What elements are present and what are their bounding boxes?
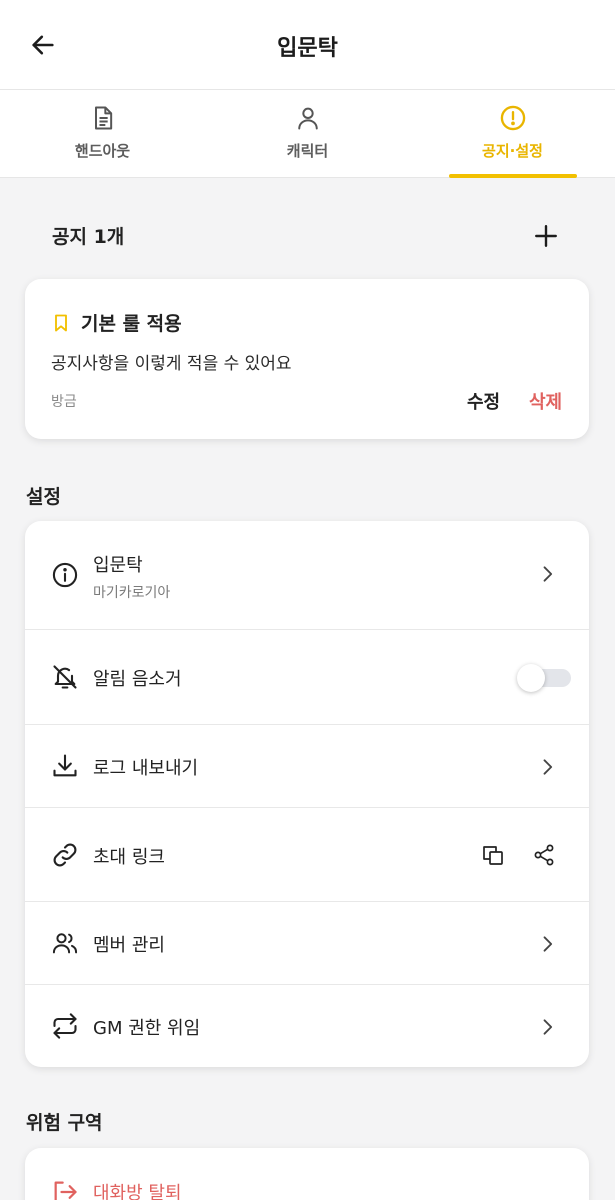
copy-icon[interactable]	[481, 843, 505, 867]
danger-zone-card: 대화방 탈퇴	[25, 1148, 589, 1200]
mute-label: 알림 음소거	[93, 669, 182, 690]
notice-body: 공지사항을 이렇게 적을 수 있어요	[51, 354, 292, 374]
settings-heading: 설정	[26, 486, 61, 508]
chevron-right-icon	[543, 566, 553, 582]
notice-card: 기본 룰 적용 공지사항을 이렇게 적을 수 있어요 방금 수정 삭제	[25, 279, 589, 439]
users-icon	[52, 933, 78, 954]
notice-count-heading: 공지 1개	[52, 226, 125, 248]
person-icon	[297, 107, 318, 130]
download-icon	[53, 754, 77, 777]
room-name: 입문탁	[93, 555, 143, 576]
alert-circle-icon	[500, 105, 525, 131]
notice-title: 기본 룰 적용	[81, 313, 182, 335]
leave-room-row[interactable]: 대화방 탈퇴	[25, 1148, 589, 1200]
tab-handout[interactable]: 핸드아웃	[0, 90, 205, 178]
tab-bar: 핸드아웃 캐릭터 공지·설정	[0, 90, 615, 178]
delete-notice-button[interactable]: 삭제	[529, 388, 562, 414]
danger-zone-heading: 위험 구역	[26, 1112, 103, 1134]
document-icon	[94, 106, 112, 130]
tab-label: 핸드아웃	[74, 142, 131, 160]
export-label: 로그 내보내기	[93, 758, 199, 779]
leave-room-label: 대화방 탈퇴	[93, 1183, 182, 1200]
tab-label: 공지·설정	[482, 142, 543, 160]
notice-title-row: 기본 룰 적용	[51, 309, 182, 336]
room-system: 마기카로기아	[93, 585, 171, 601]
tab-notice-settings[interactable]: 공지·설정	[410, 90, 615, 178]
bell-off-icon	[53, 665, 77, 689]
bookmark-icon	[55, 314, 67, 331]
chevron-right-icon	[543, 1019, 553, 1035]
tab-label: 캐릭터	[286, 142, 329, 160]
invite-link-row: 초대 링크	[25, 808, 589, 902]
members-label: 멤버 관리	[93, 935, 165, 956]
notice-timestamp: 방금	[51, 394, 77, 410]
settings-card: 입문탁 마기카로기아 알림 음소거 로그 내보내기 초대 링크 멤버 관리 GM…	[25, 521, 589, 1067]
room-info-row[interactable]: 입문탁 마기카로기아	[25, 521, 589, 630]
add-notice-button[interactable]	[530, 220, 562, 252]
invite-label: 초대 링크	[93, 847, 165, 868]
info-icon	[52, 562, 78, 588]
gm-transfer-row[interactable]: GM 권한 위임	[25, 985, 589, 1067]
app-header: 입문탁	[0, 0, 615, 90]
active-tab-indicator	[449, 174, 577, 178]
edit-notice-button[interactable]: 수정	[467, 388, 500, 414]
swap-arrows-icon	[53, 1013, 77, 1039]
member-management-row[interactable]: 멤버 관리	[25, 902, 589, 985]
tab-character[interactable]: 캐릭터	[205, 90, 410, 178]
logout-icon	[54, 1181, 77, 1200]
page-title: 입문탁	[277, 36, 338, 61]
mute-toggle[interactable]	[517, 664, 573, 692]
chevron-right-icon	[543, 759, 553, 775]
export-log-row[interactable]: 로그 내보내기	[25, 725, 589, 808]
chevron-right-icon	[543, 936, 553, 952]
toggle-knob	[517, 664, 545, 692]
link-icon	[53, 843, 77, 867]
gm-transfer-label: GM 권한 위임	[93, 1018, 201, 1039]
share-icon[interactable]	[532, 843, 556, 867]
plus-icon	[535, 225, 557, 247]
mute-notifications-row: 알림 음소거	[25, 630, 589, 725]
